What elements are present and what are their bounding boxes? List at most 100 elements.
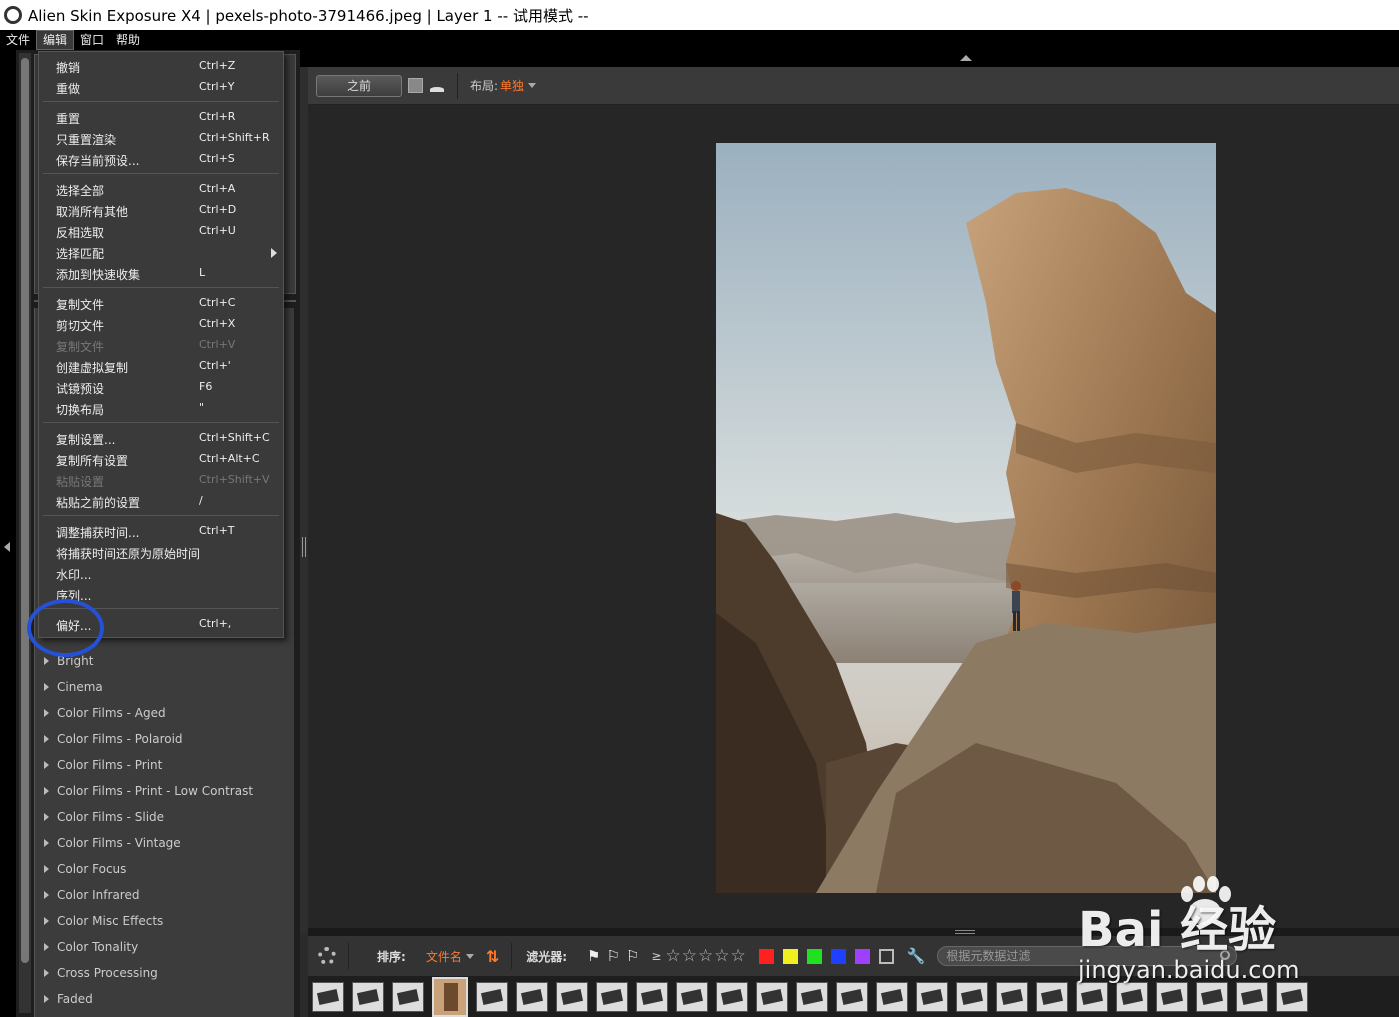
chevron-down-icon[interactable] xyxy=(465,953,474,959)
menu-item-copy-settings[interactable]: 复制设置... Ctrl+Shift+C xyxy=(39,428,283,449)
star-icon[interactable]: ☆ xyxy=(682,946,697,966)
menu-window[interactable]: 窗口 xyxy=(74,30,110,50)
preset-category[interactable]: Color Films - Polaroid xyxy=(35,726,295,752)
gear-icon[interactable] xyxy=(318,947,336,965)
before-button[interactable]: 之前 xyxy=(316,74,402,97)
film-thumbnail[interactable] xyxy=(956,981,988,1012)
menu-item-shortcut: F6 xyxy=(199,380,213,393)
menu-item-add-quick-collection[interactable]: 添加到快速收集 L xyxy=(39,263,283,284)
film-thumbnail[interactable] xyxy=(876,981,908,1012)
chevron-down-icon[interactable] xyxy=(528,83,537,88)
menu-separator xyxy=(43,173,279,174)
menu-item-select-matching[interactable]: 选择匹配 xyxy=(39,242,283,263)
menu-item-undo[interactable]: 撤销 Ctrl+Z xyxy=(39,56,283,77)
film-thumbnail[interactable] xyxy=(836,981,868,1012)
menu-edit[interactable]: 编辑 xyxy=(36,30,75,50)
menu-item-paste-previous[interactable]: 粘贴之前的设置 / xyxy=(39,491,283,512)
menu-help[interactable]: 帮助 xyxy=(110,30,146,50)
star-icon[interactable]: ☆ xyxy=(730,946,745,966)
menu-item-shortcut: Ctrl+X xyxy=(199,317,236,330)
film-thumbnail[interactable] xyxy=(392,981,424,1012)
film-thumbnail[interactable] xyxy=(516,981,548,1012)
menu-item-invert-selection[interactable]: 反相选取 Ctrl+U xyxy=(39,221,283,242)
menu-item-deselect-others[interactable]: 取消所有其他 Ctrl+D xyxy=(39,200,283,221)
film-thumbnail[interactable] xyxy=(352,981,384,1012)
menu-separator xyxy=(43,515,279,516)
color-label-red[interactable] xyxy=(758,948,774,964)
collapse-top-icon[interactable] xyxy=(960,55,972,61)
menu-item-label: 取消所有其他 xyxy=(56,205,129,219)
film-thumbnail[interactable] xyxy=(996,981,1028,1012)
star-icon[interactable]: ☆ xyxy=(665,946,680,966)
color-label-green[interactable] xyxy=(806,948,822,964)
preset-category[interactable]: Color Films - Vintage xyxy=(35,830,295,856)
menu-item-revert-capture-time[interactable]: 将捕获时间还原为原始时间 xyxy=(39,542,283,563)
sort-dropdown[interactable]: 文件名 xyxy=(426,948,462,965)
film-thumbnail[interactable] xyxy=(916,981,948,1012)
menu-item-redo[interactable]: 重做 Ctrl+Y xyxy=(39,77,283,98)
preset-category[interactable]: Color Films - Print - Low Contrast xyxy=(35,778,295,804)
film-thumbnail[interactable] xyxy=(676,981,708,1012)
menu-item-audition-presets[interactable]: 试镜预设 F6 xyxy=(39,377,283,398)
wrench-icon[interactable]: 🔧 xyxy=(907,947,926,965)
splitter-grip-icon[interactable] xyxy=(302,537,306,557)
menu-item-copy-all-settings[interactable]: 复制所有设置 Ctrl+Alt+C xyxy=(39,449,283,470)
film-thumbnail[interactable] xyxy=(756,981,788,1012)
menu-file[interactable]: 文件 xyxy=(0,30,36,50)
film-thumbnail-selected[interactable] xyxy=(432,976,468,1017)
compare-square-icon[interactable] xyxy=(408,78,423,93)
menu-item-adjust-capture-time[interactable]: 调整捕获时间... Ctrl+T xyxy=(39,521,283,542)
preset-category[interactable]: Cross Processing xyxy=(35,960,295,986)
menu-item-reset[interactable]: 重置 Ctrl+R xyxy=(39,107,283,128)
menu-item-cut-file[interactable]: 剪切文件 Ctrl+X xyxy=(39,314,283,335)
color-label-none[interactable] xyxy=(878,948,894,964)
color-label-purple[interactable] xyxy=(854,948,870,964)
star-rating[interactable]: ☆☆☆☆☆ xyxy=(665,946,746,966)
flag-picked-icon[interactable]: ⚑ xyxy=(587,947,600,965)
vertical-splitter[interactable] xyxy=(300,67,308,933)
main-photo[interactable] xyxy=(716,143,1216,893)
preset-category[interactable]: Color Infrared xyxy=(35,882,295,908)
splitter-grip-icon[interactable] xyxy=(955,930,975,934)
film-thumbnail[interactable] xyxy=(476,981,508,1012)
preset-category[interactable]: Color Films - Aged xyxy=(35,700,295,726)
preset-category[interactable]: Cinema xyxy=(35,674,295,700)
film-thumbnail[interactable] xyxy=(556,981,588,1012)
preset-category[interactable]: Color Focus xyxy=(35,856,295,882)
color-label-yellow[interactable] xyxy=(782,948,798,964)
film-thumbnail[interactable] xyxy=(796,981,828,1012)
preset-category[interactable]: Color Tonality xyxy=(35,934,295,960)
sort-direction-icon[interactable]: ⇅ xyxy=(486,947,499,966)
menu-item-reset-render[interactable]: 只重置渲染 Ctrl+Shift+R xyxy=(39,128,283,149)
toolbar-divider xyxy=(457,72,458,99)
preset-category[interactable]: Color Misc Effects xyxy=(35,908,295,934)
menu-item-select-all[interactable]: 选择全部 Ctrl+A xyxy=(39,179,283,200)
menu-item-paste-settings: 粘贴设置 Ctrl+Shift+V xyxy=(39,470,283,491)
star-icon[interactable]: ☆ xyxy=(698,946,713,966)
menu-item-shortcut: Ctrl+Shift+R xyxy=(199,131,270,144)
menu-item-toggle-layout[interactable]: 切换布局 " xyxy=(39,398,283,419)
film-thumbnail[interactable] xyxy=(596,981,628,1012)
preset-category[interactable]: Color Films - Print xyxy=(35,752,295,778)
menu-item-save-preset[interactable]: 保存当前预设... Ctrl+S xyxy=(39,149,283,170)
star-icon[interactable]: ☆ xyxy=(714,946,729,966)
color-label-blue[interactable] xyxy=(830,948,846,964)
menu-item-copy-file[interactable]: 复制文件 Ctrl+C xyxy=(39,293,283,314)
film-thumbnail[interactable] xyxy=(636,981,668,1012)
filter-label: 滤光器: xyxy=(526,949,568,964)
film-thumbnail[interactable] xyxy=(716,981,748,1012)
flag-unflagged-icon[interactable]: ⚐ xyxy=(626,947,639,965)
expand-left-icon[interactable] xyxy=(4,542,10,552)
left-scrollbar-thumb[interactable] xyxy=(21,58,29,963)
top-strip xyxy=(300,50,1399,67)
menu-item-label: 重置 xyxy=(56,112,81,126)
preset-category[interactable]: Faded xyxy=(35,986,295,1012)
film-thumbnail[interactable] xyxy=(312,981,344,1012)
menu-item-watermark[interactable]: 水印... xyxy=(39,563,283,584)
film-thumbnail[interactable] xyxy=(1036,981,1068,1012)
layout-dropdown[interactable]: 单独 xyxy=(500,77,524,94)
lamp-icon[interactable] xyxy=(429,78,445,94)
menu-item-virtual-copy[interactable]: 创建虚拟复制 Ctrl+' xyxy=(39,356,283,377)
preset-category[interactable]: Color Films - Slide xyxy=(35,804,295,830)
flag-rejected-icon[interactable]: ⚐ xyxy=(607,947,620,965)
